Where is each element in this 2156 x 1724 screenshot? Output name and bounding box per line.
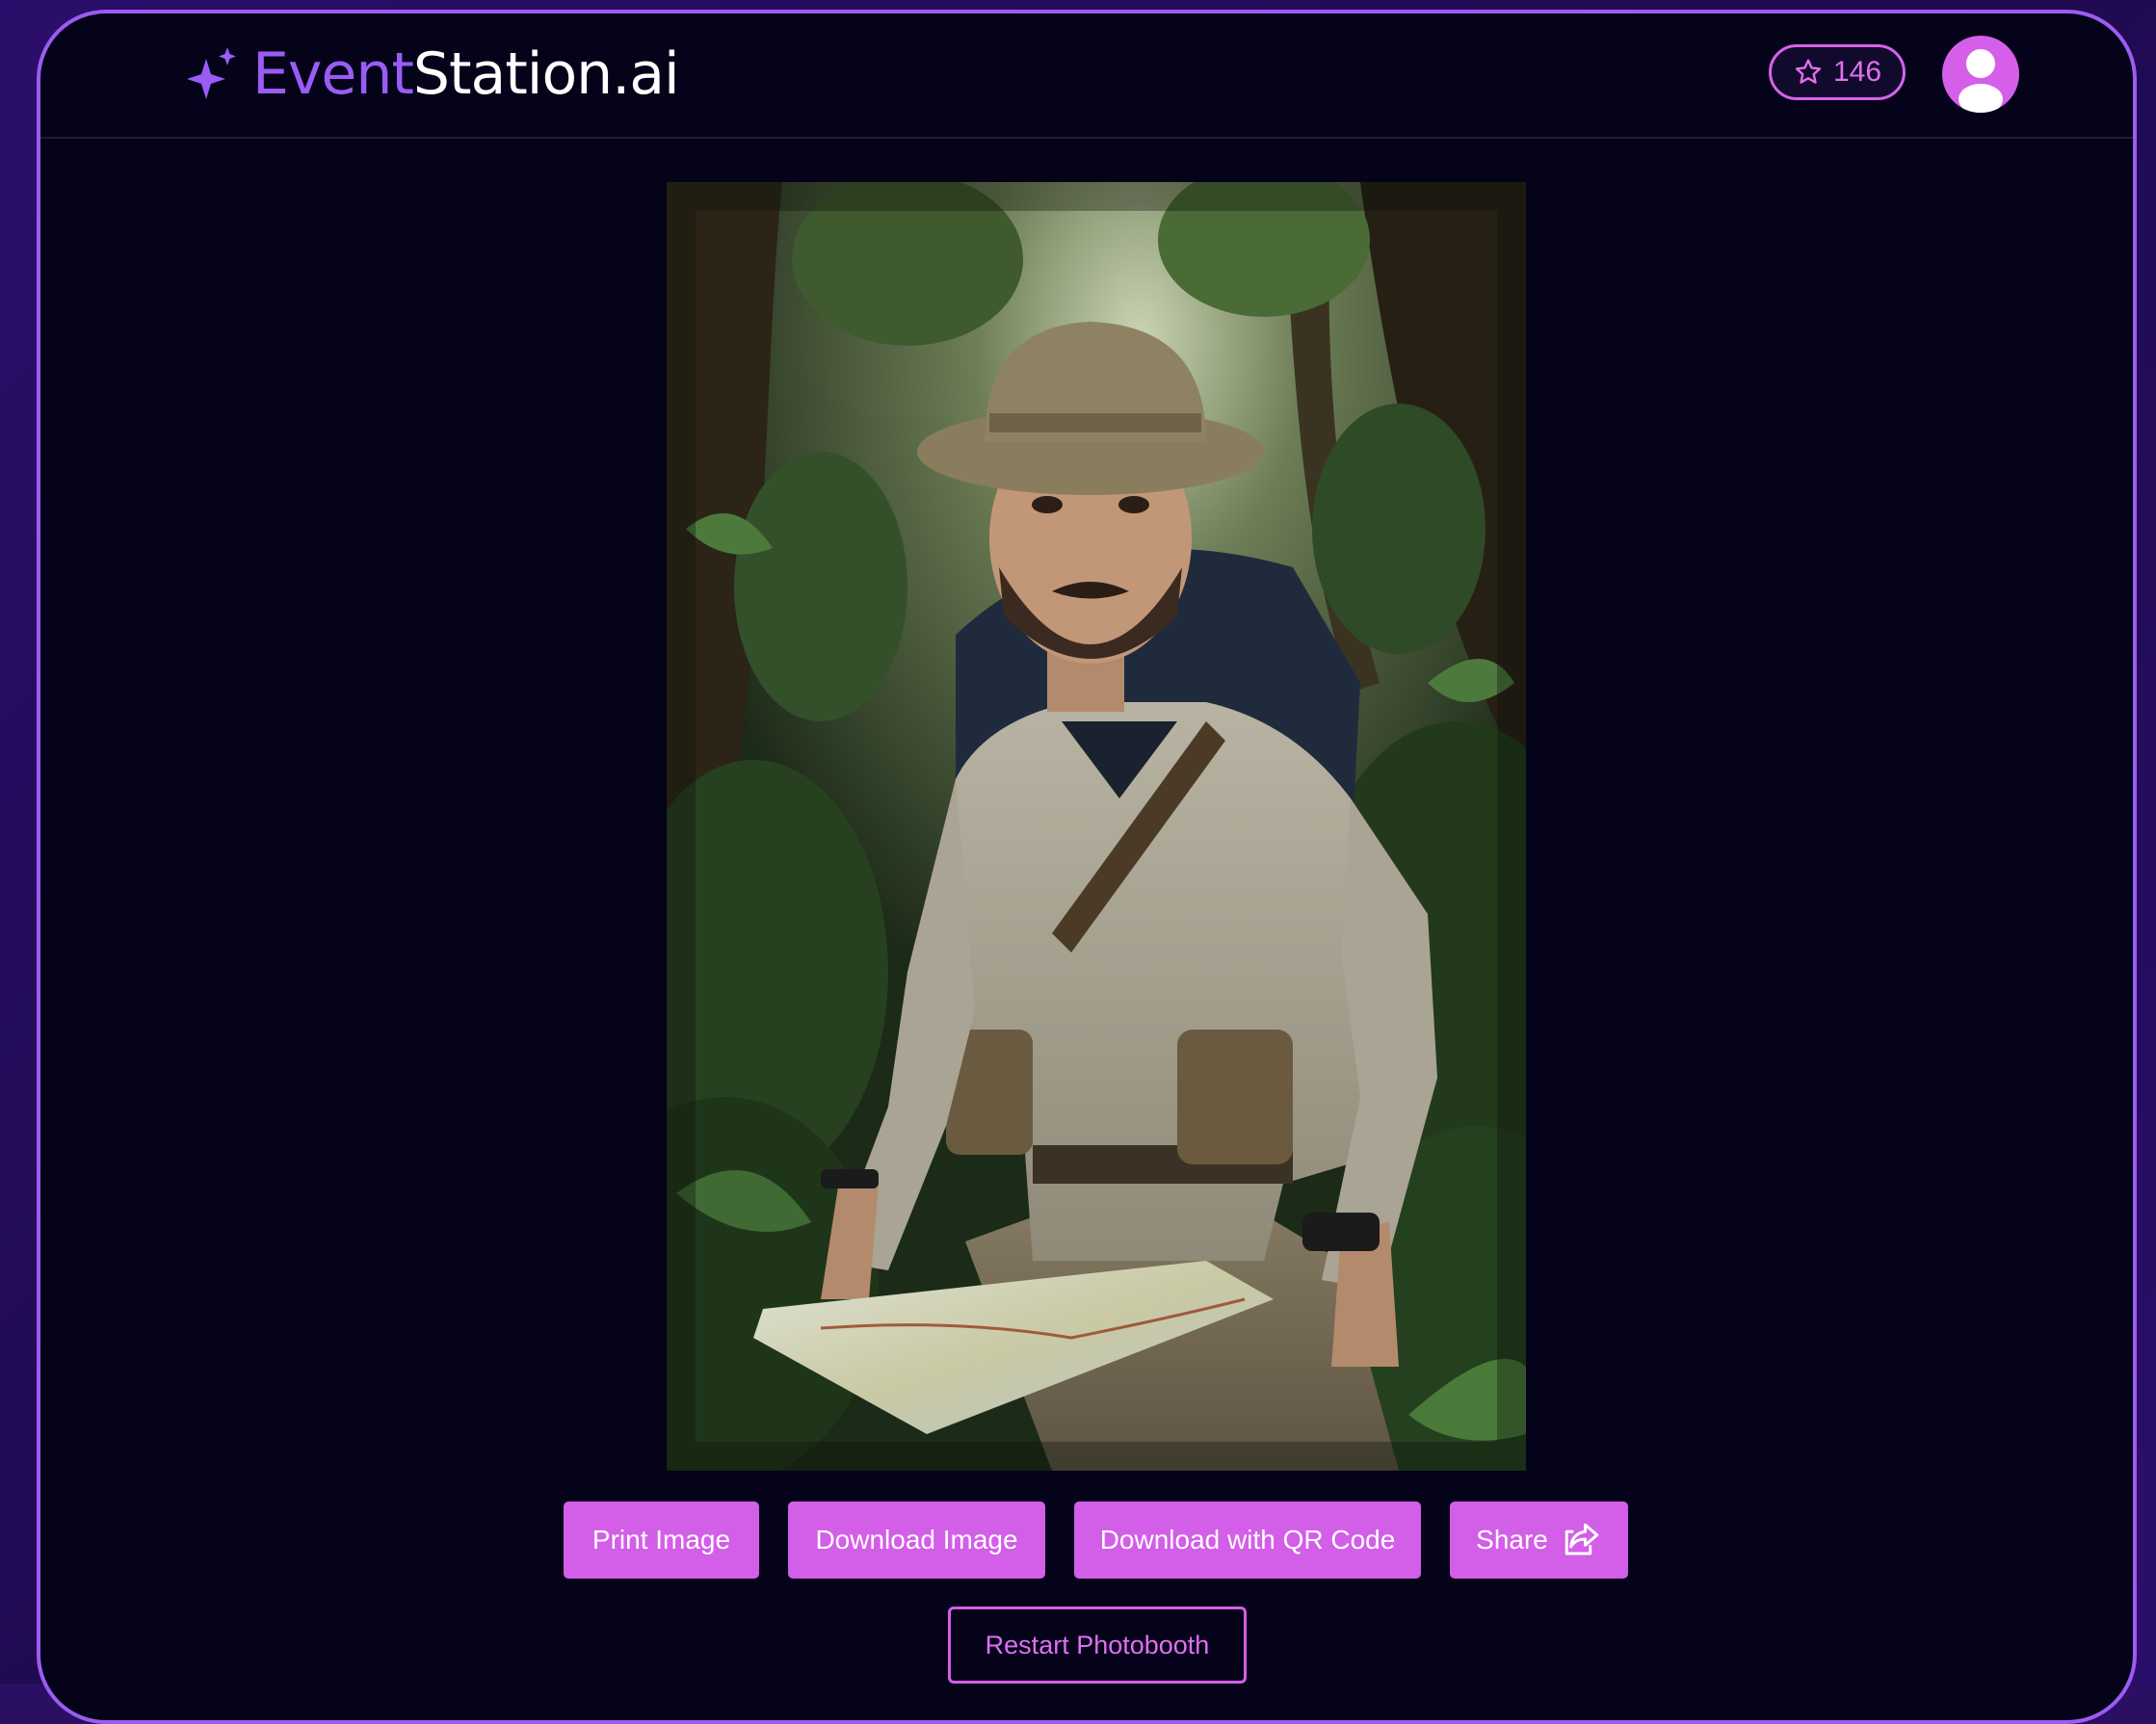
share-button[interactable]: Share (1450, 1502, 1628, 1579)
portrait-image (667, 182, 1526, 1471)
restart-photobooth-button[interactable]: Restart Photobooth (948, 1606, 1247, 1684)
share-label: Share (1476, 1525, 1548, 1554)
credits-count: 146 (1832, 56, 1882, 88)
brand-name-part2: Station.ai (412, 40, 680, 108)
user-icon (1959, 49, 2003, 113)
share-icon (1564, 1523, 1599, 1555)
download-image-button[interactable]: Download Image (788, 1502, 1045, 1579)
top-bar: EventStation.ai 146 (40, 13, 2133, 139)
sparkle-icon (187, 47, 236, 99)
credits-badge[interactable]: 146 (1769, 44, 1906, 100)
brand-name-part1: Event (252, 40, 414, 108)
download-qr-button[interactable]: Download with QR Code (1074, 1502, 1421, 1579)
action-buttons: Print Image Download Image Download with… (40, 1502, 2133, 1579)
app-frame: EventStation.ai 146 Print Image Download… (37, 10, 2137, 1724)
print-image-button[interactable]: Print Image (564, 1502, 759, 1579)
user-avatar-button[interactable] (1942, 36, 2019, 113)
brand-name: EventStation.ai (252, 45, 680, 103)
star-icon (1795, 59, 1822, 84)
page-background: EventStation.ai 146 Print Image Download… (0, 0, 2156, 1724)
generated-photo (667, 182, 1526, 1471)
brand-logo[interactable]: EventStation.ai (185, 40, 680, 108)
